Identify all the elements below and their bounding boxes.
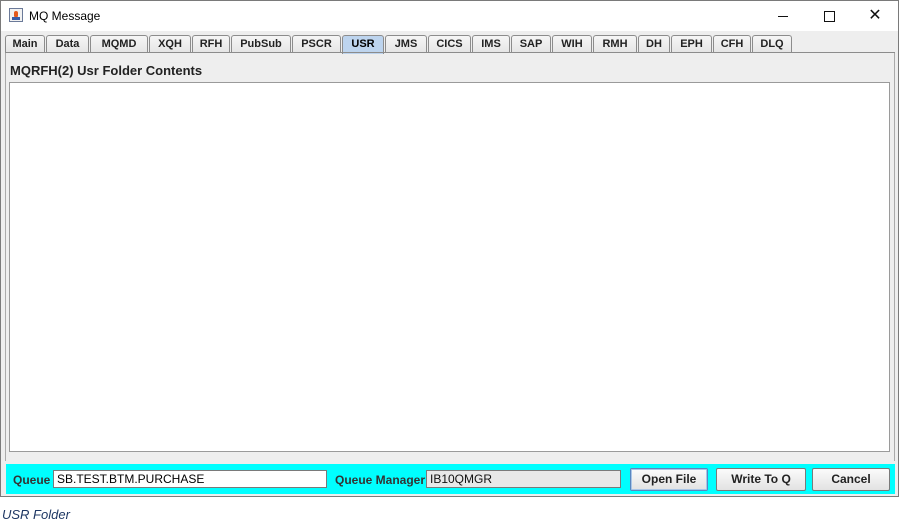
- window-title: MQ Message: [29, 9, 101, 23]
- mq-message-window: MQ Message ✕ Main Data MQMD XQH RFH PubS…: [0, 0, 899, 497]
- tab-rfh[interactable]: RFH: [192, 35, 230, 53]
- close-icon: ✕: [868, 7, 882, 24]
- tab-pubsub[interactable]: PubSub: [231, 35, 291, 53]
- cancel-button[interactable]: Cancel: [812, 468, 890, 491]
- maximize-icon: [823, 11, 835, 23]
- tab-pscr[interactable]: PSCR: [292, 35, 341, 53]
- tab-eph[interactable]: EPH: [671, 35, 712, 53]
- tab-ims[interactable]: IMS: [472, 35, 510, 53]
- figure-caption: USR Folder: [2, 507, 70, 522]
- java-app-icon: [9, 8, 23, 22]
- maximize-button[interactable]: [806, 1, 852, 31]
- usr-folder-contents-area[interactable]: [9, 82, 890, 452]
- tab-sap[interactable]: SAP: [511, 35, 551, 53]
- write-to-q-button[interactable]: Write To Q: [716, 468, 806, 491]
- tab-cfh[interactable]: CFH: [713, 35, 751, 53]
- folder-heading: MQRFH(2) Usr Folder Contents: [10, 63, 203, 78]
- tab-jms[interactable]: JMS: [385, 35, 427, 53]
- tab-mqmd[interactable]: MQMD: [90, 35, 148, 53]
- title-bar: MQ Message ✕: [1, 1, 898, 31]
- tab-rmh[interactable]: RMH: [593, 35, 637, 53]
- tab-dh[interactable]: DH: [638, 35, 670, 53]
- queue-manager-label: Queue Manager: [335, 473, 426, 487]
- queue-label: Queue: [13, 473, 51, 487]
- queue-bar: Queue SB.TEST.BTM.PURCHASE Queue Manager…: [6, 464, 895, 494]
- queue-input[interactable]: SB.TEST.BTM.PURCHASE: [53, 470, 327, 488]
- tab-wih[interactable]: WIH: [552, 35, 592, 53]
- tab-data[interactable]: Data: [46, 35, 89, 53]
- tab-cics[interactable]: CICS: [428, 35, 471, 53]
- open-file-button[interactable]: Open File: [630, 468, 708, 491]
- tab-main[interactable]: Main: [5, 35, 45, 53]
- queue-manager-field[interactable]: IB10QMGR: [426, 470, 621, 488]
- minimize-button[interactable]: [760, 1, 806, 31]
- minimize-icon: [778, 16, 788, 18]
- tab-xqh[interactable]: XQH: [149, 35, 191, 53]
- tab-dlq[interactable]: DLQ: [752, 35, 792, 53]
- tab-strip: Main Data MQMD XQH RFH PubSub PSCR USR J…: [5, 35, 895, 54]
- close-button[interactable]: ✕: [852, 1, 898, 31]
